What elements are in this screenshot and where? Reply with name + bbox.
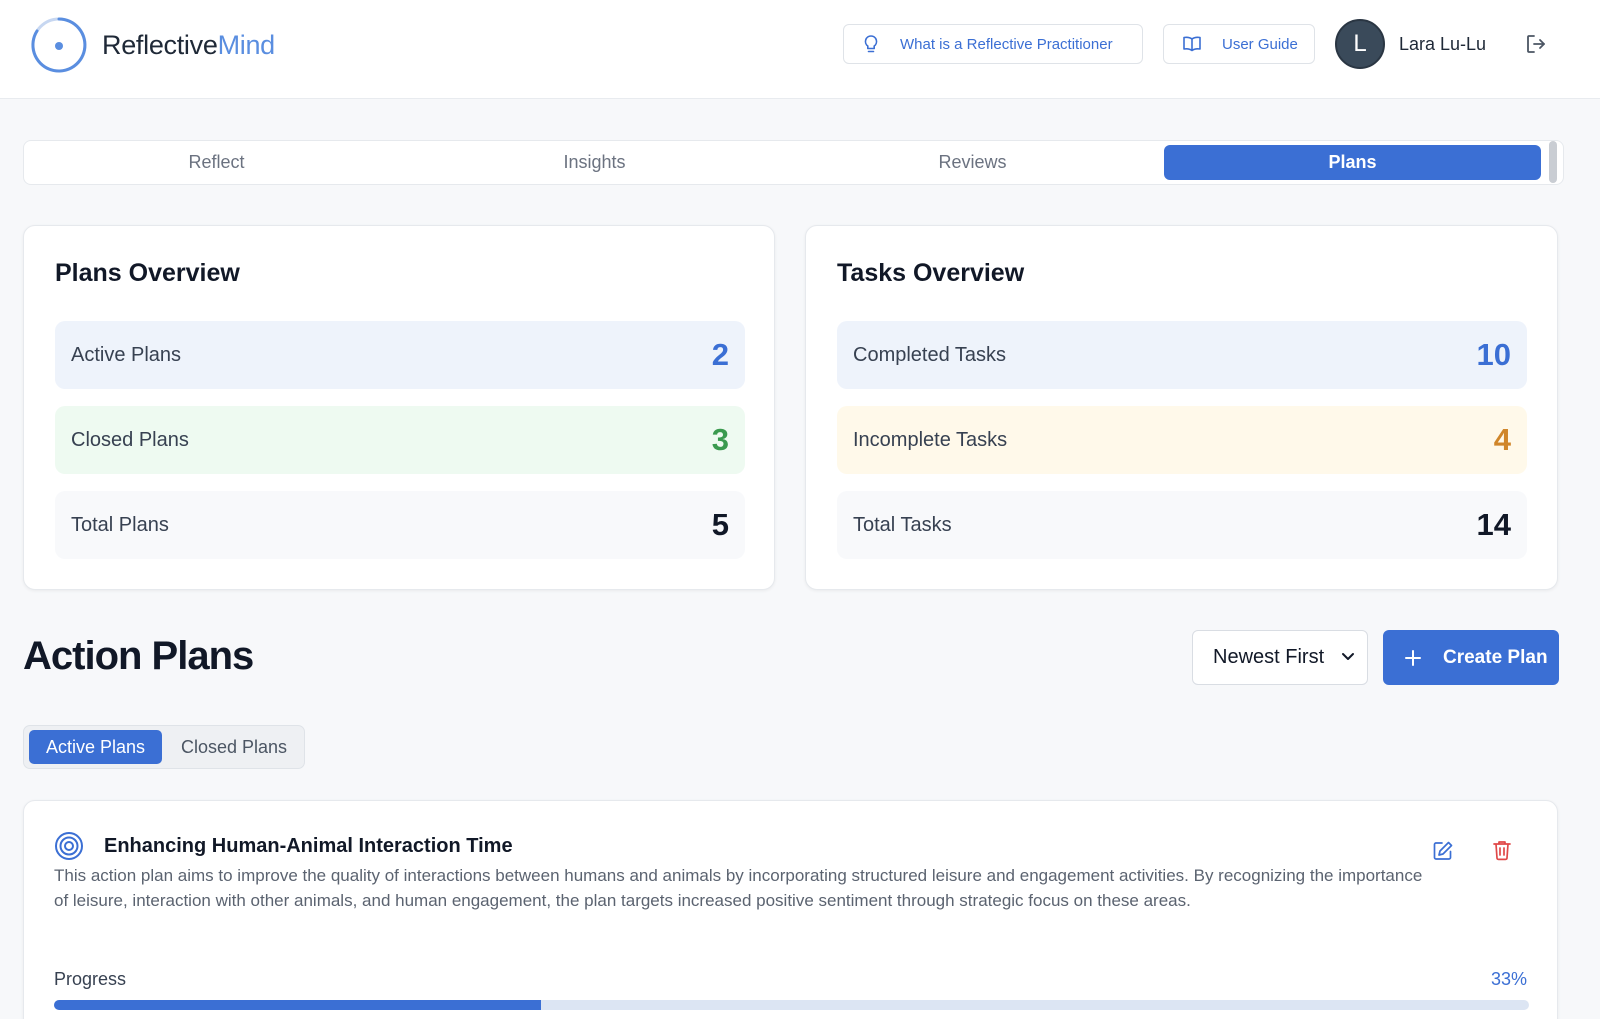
stat-label: Active Plans (71, 343, 182, 366)
avatar[interactable]: L (1335, 19, 1385, 69)
stat-incomplete-tasks: Incomplete Tasks 4 (837, 406, 1527, 474)
trash-icon[interactable] (1491, 839, 1513, 861)
book-open-icon (1183, 36, 1201, 52)
create-plan-label: Create Plan (1443, 646, 1548, 668)
sort-selected-value: Newest First (1213, 646, 1325, 668)
logout-icon[interactable] (1524, 32, 1548, 56)
stat-label: Total Plans (71, 513, 169, 536)
stat-total-plans: Total Plans 5 (55, 491, 745, 559)
plan-description: This action plan aims to improve the qua… (54, 866, 1423, 910)
logo-ring-icon (31, 17, 87, 73)
stat-total-tasks: Total Tasks 14 (837, 491, 1527, 559)
reflective-practitioner-button[interactable]: What is a Reflective Practitioner (843, 24, 1143, 64)
plan-card: Enhancing Human-Animal Interaction Time … (23, 800, 1558, 1019)
logo[interactable]: ReflectiveMind (30, 16, 275, 74)
tasks-overview-card: Tasks Overview Completed Tasks 10 Incomp… (805, 225, 1558, 590)
stat-value: 3 (711, 422, 729, 457)
app-header: ReflectiveMind What is a Reflective Prac… (0, 0, 1600, 99)
progress-bar (54, 1000, 1529, 1010)
stat-closed-plans: Closed Plans 3 (55, 406, 745, 474)
main-tabs: Reflect Insights Reviews Plans (23, 140, 1564, 185)
user-guide-button[interactable]: User Guide (1163, 24, 1315, 64)
username: Lara Lu-Lu (1399, 34, 1487, 54)
tabs-scrollbar[interactable] (1549, 141, 1557, 183)
stat-value: 10 (1476, 337, 1511, 372)
progress-label: Progress (54, 969, 127, 989)
edit-icon[interactable] (1432, 840, 1454, 862)
tab-plans[interactable]: Plans (1164, 145, 1541, 180)
lightbulb-icon (864, 35, 878, 53)
stat-value: 2 (711, 337, 729, 372)
tab-reviews[interactable]: Reviews (784, 145, 1161, 180)
stat-label: Completed Tasks (853, 343, 1007, 366)
action-plans-title: Action Plans (23, 634, 254, 678)
reflective-practitioner-label: What is a Reflective Practitioner (900, 35, 1113, 53)
tasks-overview-title: Tasks Overview (837, 259, 1025, 287)
chevron-down-icon (1342, 653, 1354, 660)
stat-value: 14 (1476, 507, 1511, 542)
plus-icon (1405, 649, 1421, 666)
stat-completed-tasks: Completed Tasks 10 (837, 321, 1527, 389)
user-guide-label: User Guide (1222, 35, 1298, 53)
progress-percent: 33% (1490, 969, 1527, 989)
stat-label: Total Tasks (853, 513, 952, 536)
stat-value: 4 (1493, 422, 1511, 457)
logo-text: ReflectiveMind (102, 30, 275, 61)
tab-insights[interactable]: Insights (406, 145, 783, 180)
progress-bar-fill (54, 1000, 541, 1010)
stat-label: Closed Plans (71, 428, 189, 451)
segment-active-plans[interactable]: Active Plans (29, 730, 162, 764)
target-icon (55, 832, 83, 860)
stat-value: 5 (711, 507, 729, 542)
plan-title: Enhancing Human-Animal Interaction Time (104, 835, 513, 857)
segment-closed-plans[interactable]: Closed Plans (168, 730, 300, 764)
logo-text-primary: Reflective (102, 29, 218, 60)
stat-active-plans: Active Plans 2 (55, 321, 745, 389)
create-plan-button[interactable]: Create Plan (1383, 630, 1559, 685)
plans-overview-title: Plans Overview (55, 259, 240, 287)
logo-text-accent: Mind (217, 29, 276, 60)
sort-select[interactable]: Newest First (1192, 630, 1368, 685)
tab-reflect[interactable]: Reflect (28, 145, 405, 180)
plan-status-toggle: Active Plans Closed Plans (23, 725, 305, 769)
stat-label: Incomplete Tasks (853, 428, 1008, 451)
plans-overview-card: Plans Overview Active Plans 2 Closed Pla… (23, 225, 775, 590)
